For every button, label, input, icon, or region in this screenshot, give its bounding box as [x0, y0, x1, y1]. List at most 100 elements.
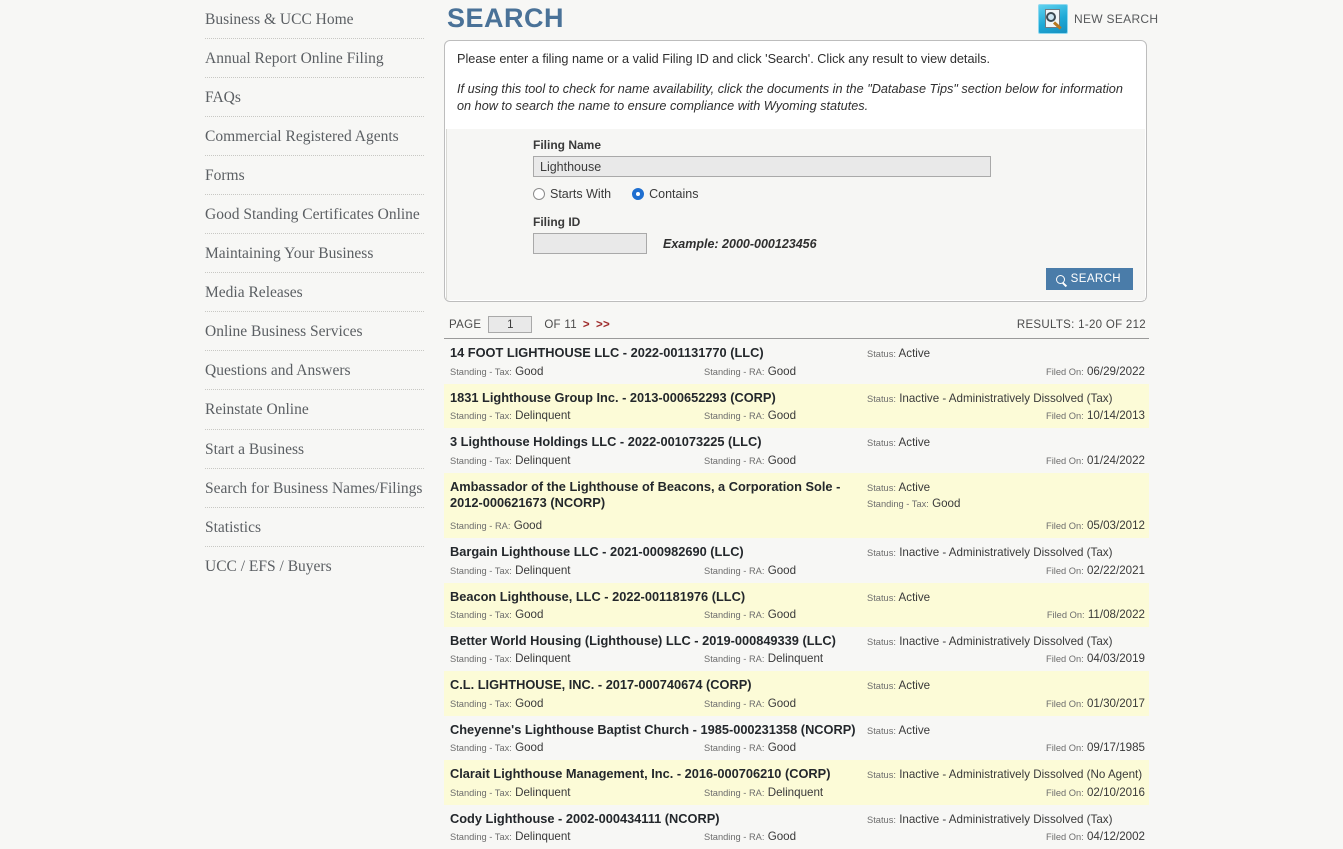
filed-on-label: Filed On: [1046, 743, 1084, 754]
standing-tax: Standing - Tax: Delinquent [450, 409, 704, 422]
standing-ra: Standing - RA: Good [704, 697, 796, 710]
status-value: Inactive - Administratively Dissolved (T… [899, 812, 1113, 826]
results-count-label: RESULTS: 1-20 OF 212 [1016, 318, 1146, 331]
filed-on-value: 09/17/1985 [1086, 741, 1145, 755]
standing-ra-value: Good [513, 519, 543, 533]
entity-title: 14 FOOT LIGHTHOUSE LLC - 2022-001131770 … [450, 345, 764, 361]
radio-contains-dot-icon [632, 188, 645, 201]
entity-title: 3 Lighthouse Holdings LLC - 2022-0010732… [450, 434, 762, 450]
standing-ra: Standing - RA: Good [704, 454, 796, 467]
standing-tax-value: Good [932, 496, 961, 510]
sidebar-item[interactable]: Online Business Services [205, 312, 424, 352]
status-value: Active [898, 723, 931, 737]
status-badge: Status: Active [867, 481, 1145, 494]
instruction-primary: Please enter a filing name or a valid Fi… [457, 52, 991, 66]
sidebar-item[interactable]: Questions and Answers [205, 351, 424, 391]
search-button-label: SEARCH [1070, 273, 1121, 286]
filed-on: Filed On: 10/14/2013 [1046, 409, 1145, 422]
standing-ra: Standing - RA: Delinquent [704, 652, 823, 665]
result-row[interactable]: 3 Lighthouse Holdings LLC - 2022-0010732… [444, 428, 1149, 472]
standing-ra-value: Good [767, 364, 797, 378]
filing-name-input[interactable] [533, 156, 991, 178]
standing-ra: Standing - RA: Delinquent [704, 786, 823, 799]
standing-ra-label: Standing - RA: [704, 610, 765, 621]
search-form: Filing Name Starts With Contains Filing … [446, 129, 1145, 301]
sidebar-item[interactable]: Business & UCC Home [205, 0, 424, 40]
status-badge: Status: Inactive - Administratively Diss… [867, 635, 1145, 648]
sidebar-item[interactable]: UCC / EFS / Buyers [205, 547, 424, 585]
result-row[interactable]: Beacon Lighthouse, LLC - 2022-001181976 … [444, 582, 1149, 628]
next-page-link[interactable]: > [583, 319, 590, 331]
result-row[interactable]: Cody Lighthouse - 2002-000434111 (NCORP)… [444, 805, 1149, 849]
sidebar-item[interactable]: Annual Report Online Filing [205, 39, 424, 79]
standing-tax-label: Standing - Tax: [450, 787, 512, 798]
status-value: Active [898, 480, 931, 494]
result-row[interactable]: Ambassador of the Lighthouse of Beacons,… [444, 472, 1149, 539]
sidebar-item[interactable]: FAQs [205, 78, 424, 118]
sidebar-item[interactable]: Search for Business Names/Filings [205, 469, 424, 508]
sidebar-item[interactable]: Commercial Registered Agents [205, 117, 424, 157]
result-row[interactable]: 1831 Lighthouse Group Inc. - 2013-000652… [444, 383, 1149, 429]
standing-ra-value: Delinquent [767, 652, 824, 666]
sidebar-item[interactable]: Start a Business [205, 430, 424, 469]
status-label: Status: [867, 438, 896, 449]
entity-title: Ambassador of the Lighthouse of Beacons,… [450, 478, 841, 510]
filing-id-label: Filing ID [533, 215, 581, 230]
sidebar-item[interactable]: Statistics [205, 508, 424, 547]
status-label: Status: [867, 393, 896, 404]
standing-tax: Standing - Tax: Delinquent [450, 786, 704, 799]
search-button[interactable]: SEARCH [1045, 268, 1133, 291]
status-value: Inactive - Administratively Dissolved (T… [899, 546, 1113, 560]
status-badge: Status: Inactive - Administratively Diss… [867, 813, 1145, 826]
status-value: Active [898, 347, 931, 361]
radio-starts-with-dot-icon [533, 188, 545, 201]
sidebar-item[interactable]: Forms [205, 156, 424, 196]
status-badge: Status: Active [867, 347, 1145, 360]
status-value: Active [898, 436, 931, 450]
status-label: Status: [867, 637, 896, 648]
filed-on-value: 05/03/2012 [1086, 519, 1145, 533]
standing-ra-label: Standing - RA: [704, 565, 765, 576]
sidebar-item[interactable]: Reinstate Online [205, 390, 424, 430]
radio-starts-with[interactable]: Starts With [533, 187, 611, 201]
last-page-link[interactable]: >> [596, 319, 610, 331]
results-list: 14 FOOT LIGHTHOUSE LLC - 2022-001131770 … [444, 339, 1149, 849]
radio-contains-label: Contains [649, 187, 699, 202]
standing-ra-label: Standing - RA: [704, 411, 765, 422]
status-label: Status: [867, 725, 896, 736]
result-row[interactable]: Better World Housing (Lighthouse) LLC - … [444, 627, 1149, 671]
status-value: Inactive - Administratively Dissolved (T… [899, 635, 1113, 649]
result-row[interactable]: C.L. LIGHTHOUSE, INC. - 2017-000740674 (… [444, 671, 1149, 716]
standing-ra: Standing - RA: Good [704, 564, 796, 577]
standing-ra-label: Standing - RA: [704, 831, 765, 842]
magnifier-icon [1055, 274, 1065, 284]
status-badge: Status: Active [867, 591, 1145, 604]
page-number-input[interactable] [488, 316, 533, 334]
result-row[interactable]: Bargain Lighthouse LLC - 2021-000982690 … [444, 538, 1149, 582]
entity-title: Bargain Lighthouse LLC - 2021-000982690 … [450, 544, 744, 560]
standing-tax-label: Standing - Tax: [450, 610, 512, 621]
standing-tax: Standing - Tax: Delinquent [450, 564, 704, 577]
standing-tax-value: Delinquent [515, 829, 571, 843]
standing-tax: Standing - Tax: Delinquent [450, 830, 704, 843]
filed-on-label: Filed On: [1046, 521, 1084, 532]
result-row[interactable]: Cheyenne's Lighthouse Baptist Church - 1… [444, 716, 1149, 760]
filed-on-label: Filed On: [1046, 654, 1084, 665]
standing-tax: Standing - Tax: Good [450, 365, 704, 378]
filed-on: Filed On: 09/17/1985 [1046, 741, 1145, 754]
status-label: Status: [867, 814, 896, 825]
radio-contains[interactable]: Contains [632, 187, 698, 201]
standing-tax-label: Standing - Tax: [450, 455, 512, 466]
standing-tax-label: Standing - Tax: [450, 743, 512, 754]
entity-title: Cheyenne's Lighthouse Baptist Church - 1… [450, 721, 856, 737]
sidebar-item[interactable]: Maintaining Your Business [205, 234, 424, 274]
result-row[interactable]: Clarait Lighthouse Management, Inc. - 20… [444, 760, 1149, 805]
filing-id-input[interactable] [533, 233, 647, 255]
standing-ra-value: Good [767, 696, 797, 710]
sidebar-item[interactable]: Media Releases [205, 273, 424, 313]
sidebar-item[interactable]: Good Standing Certificates Online [205, 195, 424, 235]
result-row[interactable]: 14 FOOT LIGHTHOUSE LLC - 2022-001131770 … [444, 339, 1149, 383]
standing-tax-label: Standing - Tax: [867, 498, 929, 509]
filed-on-value: 01/24/2022 [1086, 453, 1145, 467]
panel-instructions: Please enter a filing name or a valid Fi… [445, 41, 1146, 115]
